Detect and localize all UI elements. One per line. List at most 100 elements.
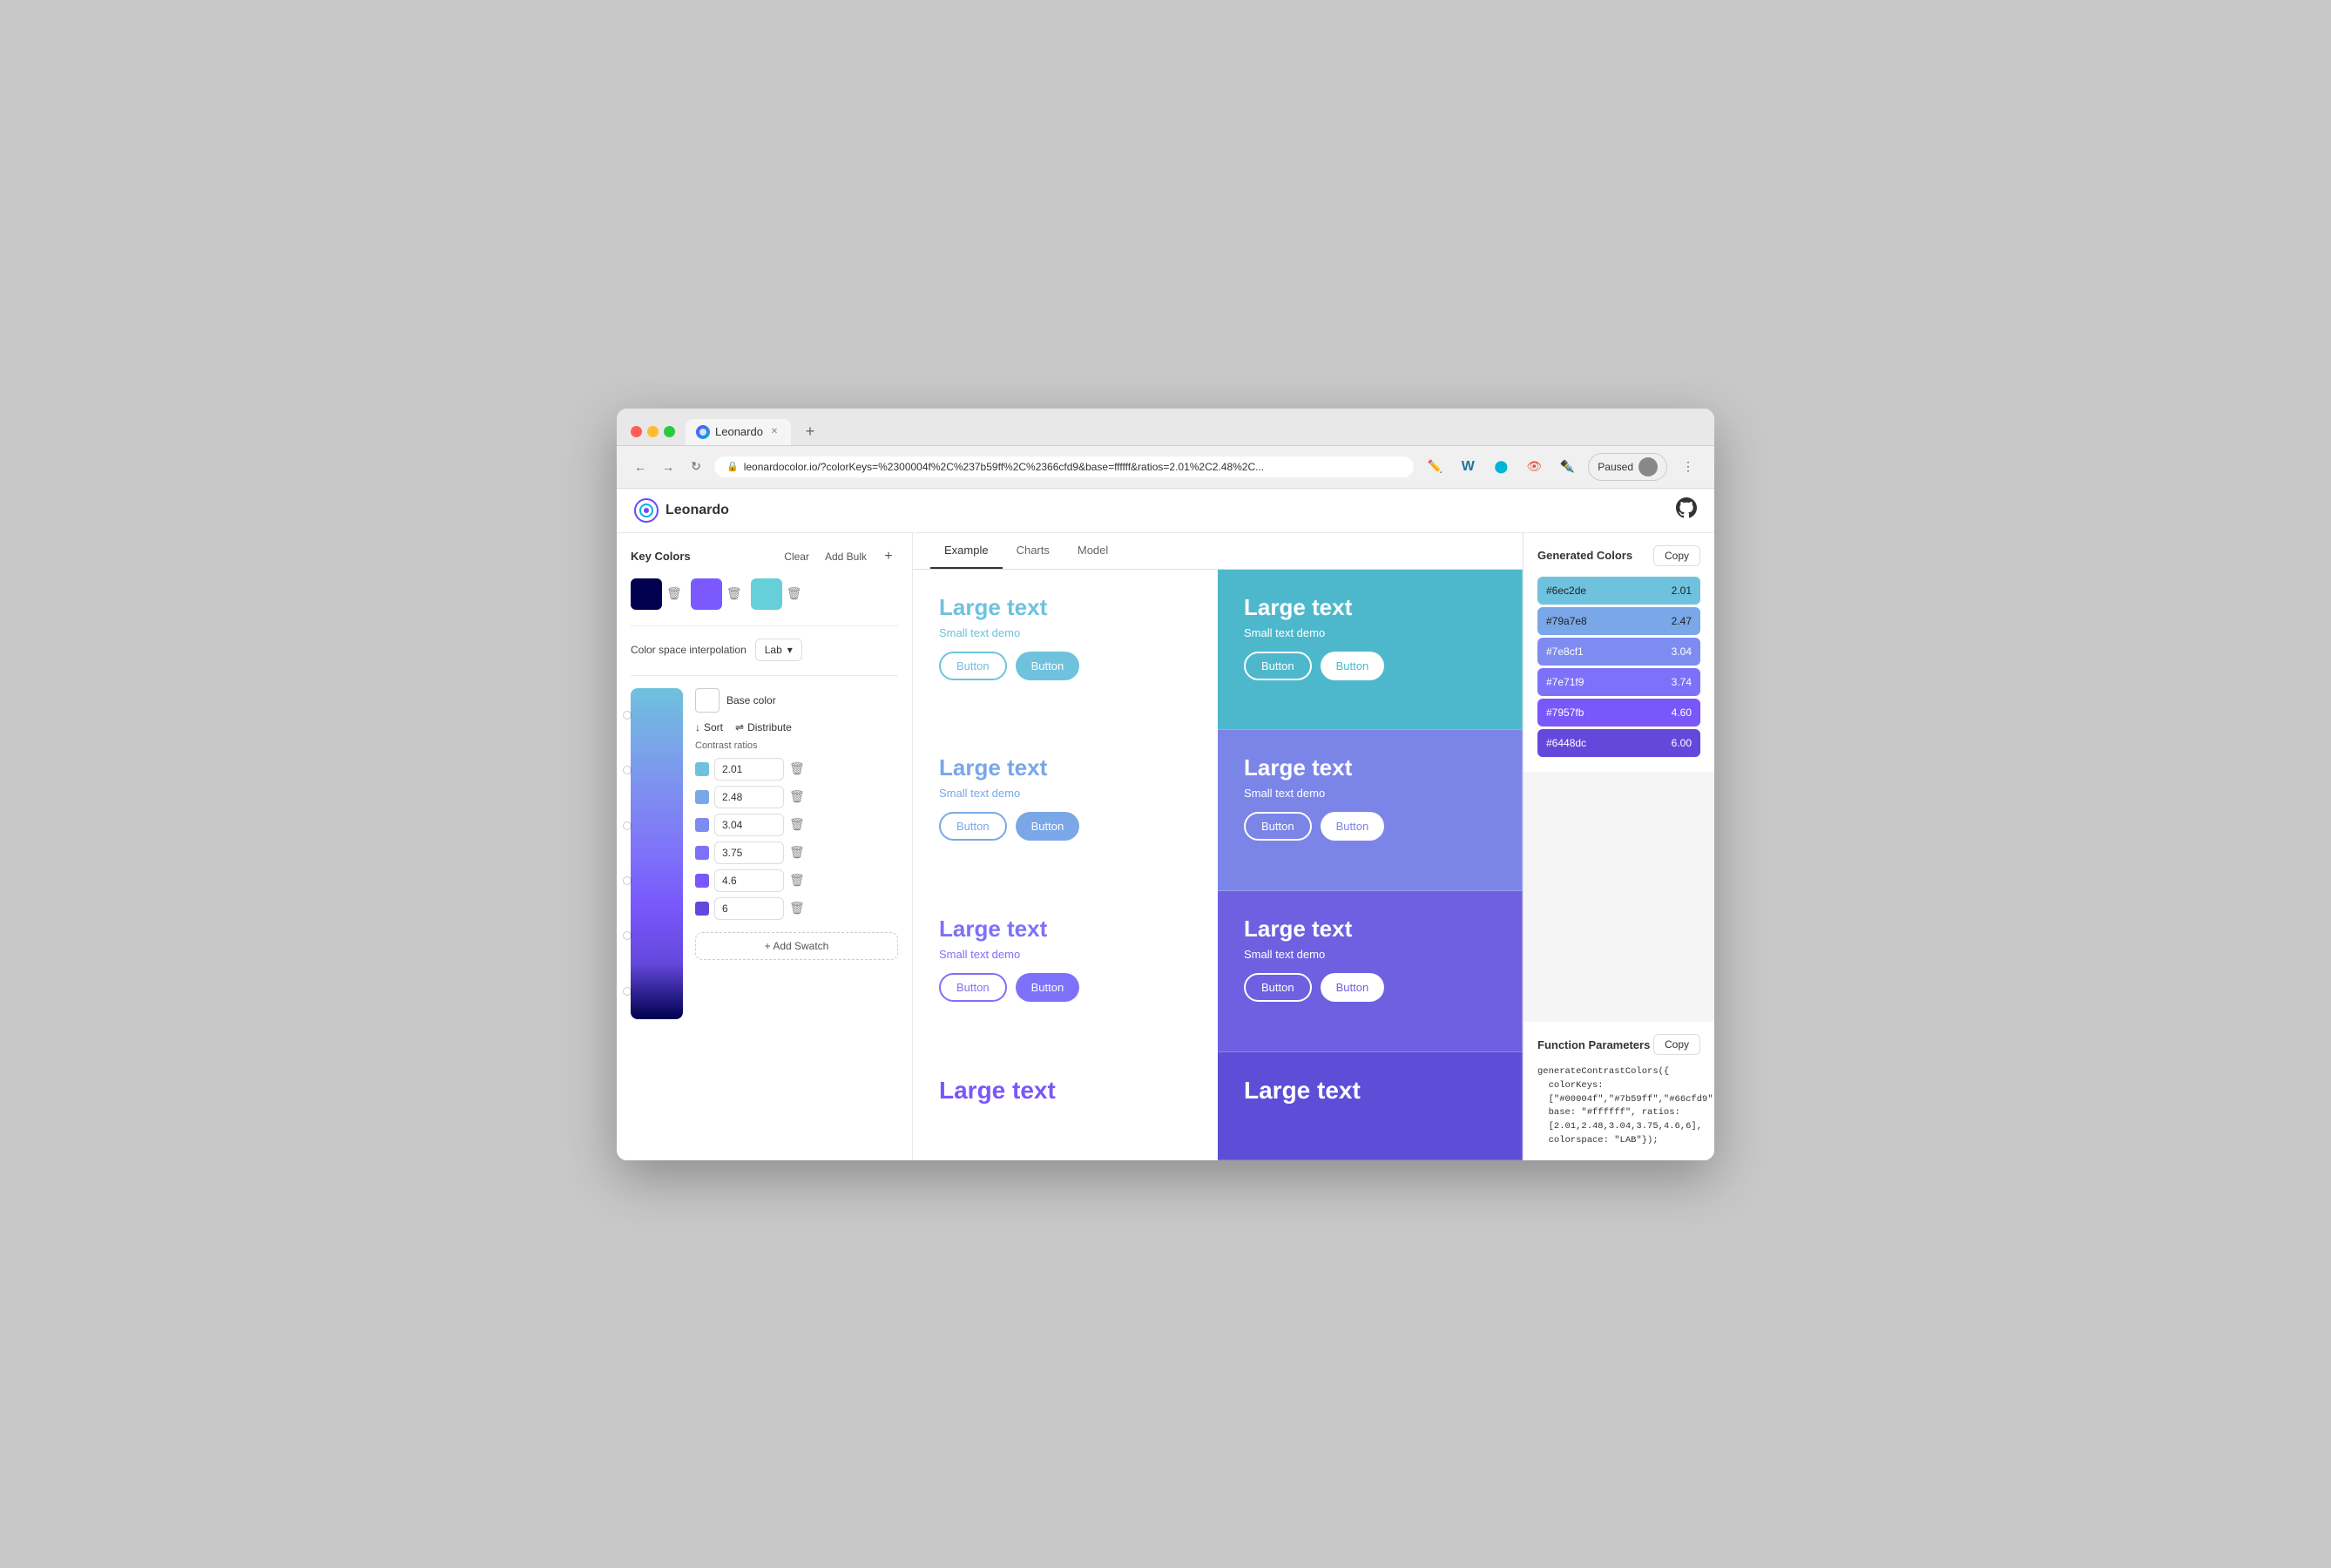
tab-close-icon[interactable]: ✕ [768,426,780,438]
cell-buttons-1: Button Button [939,652,1191,680]
clear-button[interactable]: Clear [780,549,813,564]
sort-button[interactable]: ↓ Sort [695,721,723,733]
function-params-title: Function Parameters [1537,1038,1650,1051]
color-space-select[interactable]: Lab ▾ [755,639,802,661]
ratio-input-4[interactable] [714,841,784,864]
trash-icon-1[interactable]: 🗑 [666,586,682,601]
copy-params-button[interactable]: Copy [1653,1034,1700,1055]
gradient-bar [631,688,683,1019]
cell-btn-filled-4[interactable]: Button [1321,812,1385,841]
add-color-button[interactable]: + [879,547,898,566]
forward-button[interactable]: → [659,457,678,476]
minimize-button[interactable] [647,426,659,437]
logo-icon [634,498,659,523]
color-chip-6: #6448dc 6.00 [1537,729,1700,757]
cell-btn-filled-6[interactable]: Button [1321,973,1385,1002]
cell-buttons-4: Button Button [1244,812,1496,841]
cell-btn-outline-4[interactable]: Button [1244,812,1312,841]
gradient-dot-6 [624,988,631,995]
color-ratio-5: 4.60 [1672,706,1692,719]
sort-down-icon: ↓ [695,721,700,733]
ratio-input-6[interactable] [714,897,784,920]
right-spacer [1524,773,1714,1023]
edit-icon[interactable]: ✒️ [1555,455,1579,479]
url-bar[interactable]: 🔒 leonardocolor.io/?colorKeys=%2300004f%… [714,456,1414,477]
ratio-input-5[interactable] [714,869,784,892]
contrast-ratios-label: Contrast ratios [695,740,898,751]
cell-btn-outline-3[interactable]: Button [939,812,1007,841]
pen-icon[interactable]: ✏️ [1422,455,1447,479]
color-chip-1: #6ec2de 2.01 [1537,577,1700,605]
tab-bar: Leonardo ✕ + [686,419,1700,445]
add-swatch-button[interactable]: + Add Swatch [695,932,898,960]
generated-colors-header: Generated Colors Copy [1537,545,1700,566]
ratio-trash-6[interactable]: 🗑 [789,901,805,916]
ratio-trash-2[interactable]: 🗑 [789,789,805,804]
base-color-label: Base color [726,694,776,706]
ratio-swatch-4 [695,846,709,860]
cell-btn-outline-2[interactable]: Button [1244,652,1312,680]
title-bar: Leonardo ✕ + [617,409,1714,446]
refresh-button[interactable]: ↻ [686,457,706,476]
trash-icon-2[interactable]: 🗑 [726,586,742,601]
gradient-dot-4 [624,877,631,884]
add-bulk-button[interactable]: Add Bulk [821,549,870,564]
divider-2 [631,675,898,676]
copy-generated-button[interactable]: Copy [1653,545,1700,566]
eye-icon[interactable]: 👁 [1522,455,1546,479]
ratio-trash-4[interactable]: 🗑 [789,845,805,860]
cell-small-text-5: Small text demo [939,948,1191,961]
new-tab-button[interactable]: + [798,420,822,444]
ratio-swatch-5 [695,874,709,888]
circle-icon[interactable]: ⬤ [1489,455,1513,479]
distribute-button[interactable]: ⇌ Distribute [735,721,792,733]
sidebar-header: Key Colors Clear Add Bulk + [631,547,898,566]
cell-btn-outline-5[interactable]: Button [939,973,1007,1002]
color-chip-3: #7e8cf1 3.04 [1537,638,1700,666]
address-bar: ← → ↻ 🔒 leonardocolor.io/?colorKeys=%230… [617,446,1714,489]
tab-example[interactable]: Example [930,533,1003,569]
paused-button[interactable]: Paused [1588,453,1667,481]
tab-model[interactable]: Model [1064,533,1122,569]
tab-charts[interactable]: Charts [1003,533,1064,569]
swatch-purple[interactable] [691,578,722,610]
cell-btn-filled-5[interactable]: Button [1016,973,1080,1002]
ratio-input-3[interactable] [714,814,784,836]
close-button[interactable] [631,426,642,437]
ratio-input-1[interactable] [714,758,784,781]
back-button[interactable]: ← [631,457,650,476]
browser-tab[interactable]: Leonardo ✕ [686,419,791,445]
cell-btn-outline-1[interactable]: Button [939,652,1007,680]
swatch-dark-navy[interactable] [631,578,662,610]
panel-tabs: Example Charts Model [913,533,1523,570]
trash-icon-3[interactable]: 🗑 [787,586,802,601]
swatch-teal[interactable] [751,578,782,610]
cell-btn-filled-3[interactable]: Button [1016,812,1080,841]
base-color-swatch[interactable] [695,688,720,713]
traffic-lights [631,426,675,437]
example-grid: Large text Small text demo Button Button… [913,570,1523,1160]
ratio-trash-5[interactable]: 🗑 [789,873,805,888]
wordpress-icon[interactable]: W [1456,455,1480,479]
cell-btn-filled-2[interactable]: Button [1321,652,1385,680]
ratio-input-2[interactable] [714,786,784,808]
color-ratio-2: 2.47 [1672,615,1692,627]
cell-btn-filled-1[interactable]: Button [1016,652,1080,680]
cell-btn-outline-6[interactable]: Button [1244,973,1312,1002]
example-cell-6: Large text Small text demo Button Button [1218,891,1523,1052]
maximize-button[interactable] [664,426,675,437]
cell-small-text-2: Small text demo [1244,626,1496,639]
color-ratio-4: 3.74 [1672,676,1692,688]
example-cell-4: Large text Small text demo Button Button [1218,730,1523,891]
color-hex-6: #6448dc [1546,737,1586,749]
ratio-trash-1[interactable]: 🗑 [789,761,805,776]
color-space-label: Color space interpolation [631,644,747,656]
ratio-trash-3[interactable]: 🗑 [789,817,805,832]
menu-icon[interactable]: ⋮ [1676,455,1700,479]
color-hex-2: #79a7e8 [1546,615,1587,627]
color-space-row: Color space interpolation Lab ▾ [631,639,898,661]
github-icon[interactable] [1676,497,1697,524]
function-code: generateContrastColors({ colorKeys: ["#0… [1537,1065,1700,1148]
cell-large-text-7: Large text [939,1077,1191,1105]
gradient-dot-5 [624,932,631,939]
